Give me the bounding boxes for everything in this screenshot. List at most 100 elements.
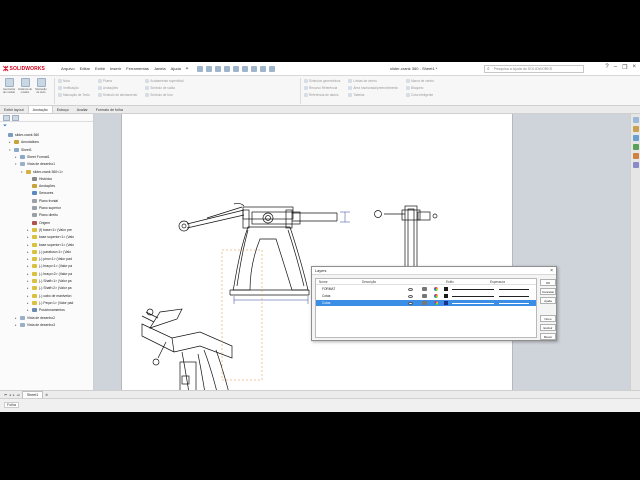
print-icon[interactable] (233, 65, 240, 72)
tree-item[interactable]: ▸ (-) pino<1> (Valor pad (27, 257, 72, 262)
tab-sheet-format[interactable]: Formato de folha (92, 106, 127, 113)
revision-cloud-button[interactable]: Recurso Referência (304, 85, 340, 90)
layer-name[interactable]: FORMAT (322, 286, 335, 292)
custom-properties-icon[interactable] (633, 162, 639, 168)
rebuild-icon[interactable] (260, 65, 267, 72)
tree-item[interactable]: Origem (27, 220, 50, 225)
expand-toggle-icon[interactable]: ▸ (27, 250, 30, 254)
tab-evaluate[interactable]: Avaliar (73, 106, 92, 113)
tree-item[interactable]: ▸ (-) cabo de manivela< (27, 293, 72, 298)
visibility-eye-icon[interactable] (408, 301, 413, 305)
undo-icon[interactable] (242, 65, 249, 72)
tab-view-layout[interactable]: Exibir layout (0, 106, 28, 113)
datum-target-button[interactable]: Símbolo de furo (145, 92, 183, 97)
expand-toggle-icon[interactable]: ▸ (27, 264, 30, 268)
tree-item[interactable]: Plano direito (27, 213, 58, 218)
restore-icon[interactable]: ❐ (622, 64, 627, 71)
auto-balloon-button[interactable]: Marcação de Texto (58, 92, 90, 97)
layer-color-swatch[interactable] (444, 294, 448, 298)
tree-item[interactable]: ▸ base superior<1> (Valo (27, 235, 74, 240)
new-layer-button[interactable]: Novo (540, 315, 556, 322)
new-document-icon[interactable] (206, 65, 213, 72)
menu-window[interactable]: Janela (154, 66, 166, 71)
annotation-button[interactable]: Referência de dados (304, 92, 340, 97)
tree-item[interactable]: Plano superior (27, 206, 61, 210)
tree-item[interactable]: ▸ (-) braço<2> (Valor pa (27, 271, 72, 276)
tree-item[interactable]: ▸ (f) base<1> (Valor pre (27, 227, 72, 232)
tree-item[interactable]: ▾ slider-crank 360<1> (21, 169, 63, 174)
printer-icon[interactable] (422, 301, 427, 305)
geometric-tolerance-button[interactable]: Acabamento superficial (145, 78, 183, 83)
menu-insert[interactable]: Inserir (110, 66, 121, 71)
line-thickness-sample[interactable] (499, 288, 529, 290)
expand-toggle-icon[interactable]: ▸ (27, 308, 30, 312)
hole-callout-button[interactable]: Símbolo de alinhamento (97, 92, 137, 97)
expand-toggle-icon[interactable]: ▸ (27, 301, 30, 305)
note-button[interactable]: Nota (58, 78, 90, 83)
tree-item[interactable]: slider-crank 360 (3, 133, 39, 137)
tab-sketch[interactable]: Esboço (53, 106, 73, 113)
menu-help[interactable]: Ajuda (171, 66, 181, 71)
feature-manager-tab-icon[interactable] (3, 115, 10, 121)
layer-row[interactable]: FORMAT (316, 286, 536, 292)
tree-item[interactable]: ▸ (-) Peça<1> (Valor pad (27, 300, 73, 305)
expand-toggle-icon[interactable]: ▾ (21, 170, 24, 174)
expand-toggle-icon[interactable]: ▸ (15, 316, 18, 320)
file-explorer-icon[interactable] (633, 135, 639, 141)
tree-item[interactable]: ▾ Sheet1 (9, 147, 32, 152)
resources-icon[interactable] (633, 117, 639, 123)
expand-toggle-icon[interactable]: ▸ (15, 155, 18, 159)
tree-item[interactable]: ▸ base superior<1> (Valo (27, 242, 74, 247)
last-sheet-icon[interactable]: ⏭ (17, 393, 20, 397)
layer-name[interactable]: Cotas (322, 300, 330, 306)
tree-item[interactable]: ▸ (-) Shaft<1> (Valor pa (27, 279, 72, 283)
ok-button[interactable]: OK (540, 279, 556, 286)
printer-icon[interactable] (422, 294, 427, 298)
expand-toggle-icon[interactable]: ▸ (27, 279, 30, 283)
home-icon[interactable] (197, 65, 204, 72)
balloon-button[interactable]: Verificação (58, 85, 90, 90)
color-wheel-icon[interactable] (434, 294, 438, 298)
smart-dimension-button[interactable]: Cota inteligente (406, 92, 434, 97)
layer-row[interactable]: Cotas (316, 293, 536, 299)
expand-toggle-icon[interactable]: ▾ (9, 148, 12, 152)
save-icon[interactable] (224, 65, 231, 72)
tree-item[interactable]: Sensores (27, 191, 53, 196)
expand-toggle-icon[interactable]: ▸ (27, 294, 30, 298)
centerline-button[interactable]: Linhas de centro (348, 78, 398, 83)
next-sheet-icon[interactable]: ▸ (13, 393, 15, 397)
isometric-view-drawing[interactable] (141, 308, 235, 415)
layer-color-swatch[interactable] (444, 301, 448, 305)
block-button[interactable]: Bloqueio (406, 85, 434, 90)
menu-view[interactable]: Exibir (95, 66, 105, 71)
line-style-sample[interactable] (452, 295, 494, 297)
expand-toggle-icon[interactable]: ▸ (27, 272, 30, 276)
first-sheet-icon[interactable]: ⏮ (4, 393, 7, 397)
expand-toggle-icon[interactable]: ▸ (27, 286, 30, 290)
model-items-button[interactable]: Geometria de modelo (2, 78, 16, 104)
layer-color-swatch[interactable] (444, 287, 448, 291)
layer-name[interactable]: Cotas (322, 293, 330, 299)
visibility-eye-icon[interactable] (408, 294, 413, 298)
tree-item[interactable]: ▸ Annotations (9, 140, 39, 145)
tree-item[interactable]: ▸ Vista de desenho2 (15, 315, 55, 320)
solidworks-logo[interactable]: ⵣ SOLIDWORKS (3, 65, 55, 73)
move-layer-button[interactable]: Mover (540, 333, 556, 340)
tree-item[interactable]: ▾ Vista de desenho1 (15, 162, 55, 167)
expand-toggle-icon[interactable]: ▸ (27, 243, 30, 247)
graphics-area[interactable] (94, 114, 640, 415)
cancel-button[interactable]: Cancelar (540, 288, 556, 295)
select-icon[interactable] (251, 65, 258, 72)
layer-row[interactable]: Cotas (316, 300, 536, 306)
tree-item[interactable]: ▸ Vista de desenho3 (15, 322, 55, 327)
expand-toggle-icon[interactable]: ▸ (9, 140, 12, 144)
tree-item[interactable]: Plano frontal (27, 198, 58, 203)
expand-toggle-icon[interactable]: ▸ (15, 323, 18, 327)
close-icon[interactable]: × (632, 64, 636, 71)
tree-item[interactable]: Anotações (27, 184, 55, 189)
close-icon[interactable]: × (550, 268, 553, 274)
datum-feature-button[interactable]: Símbolo de solda (145, 85, 183, 90)
tree-item[interactable]: ▸ (-) Shaft<2> (Valor pa (27, 286, 72, 291)
expand-toggle-icon[interactable]: ▾ (15, 162, 18, 166)
pin-icon[interactable]: ✦ (185, 66, 189, 72)
